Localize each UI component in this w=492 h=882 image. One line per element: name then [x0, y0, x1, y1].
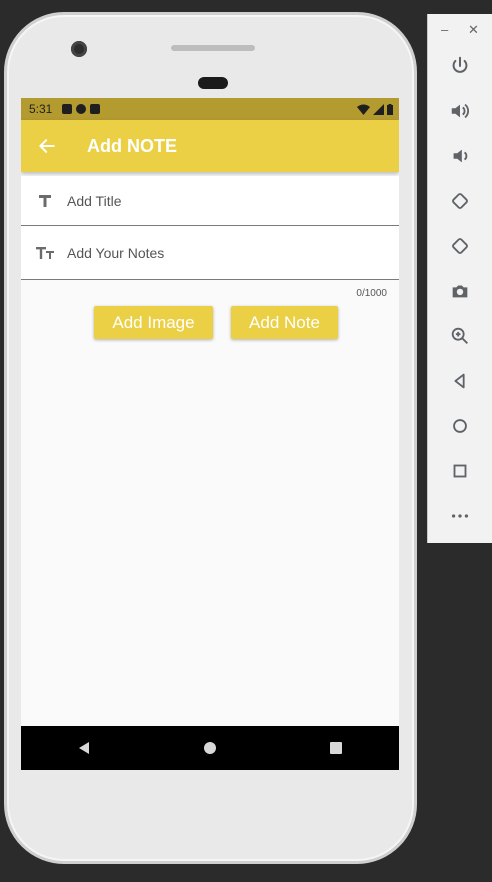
zoom-icon[interactable] — [446, 322, 474, 350]
notification-icon — [76, 104, 87, 114]
notes-input[interactable] — [65, 243, 369, 262]
rotate-left-icon[interactable] — [446, 187, 474, 215]
page-title: Add NOTE — [87, 135, 177, 156]
home-icon[interactable] — [446, 412, 474, 440]
battery-icon — [387, 103, 393, 115]
text-size-icon — [33, 246, 57, 260]
volume-up-icon[interactable] — [446, 97, 474, 125]
more-icon[interactable] — [446, 502, 474, 530]
power-icon[interactable] — [446, 52, 474, 80]
notes-field[interactable] — [21, 226, 399, 280]
wifi-icon — [357, 104, 370, 115]
status-bar: 5:31 — [21, 98, 399, 120]
proximity-sensor — [198, 77, 228, 89]
nav-recents-icon[interactable] — [326, 738, 346, 758]
arrow-back-icon[interactable] — [37, 136, 57, 156]
emulator-toolbar: – ✕ — [427, 14, 492, 543]
nav-back-icon[interactable] — [74, 738, 94, 758]
front-camera — [71, 41, 87, 57]
title-icon — [33, 194, 57, 208]
character-counter: 0/1000 — [356, 288, 387, 299]
add-image-button[interactable]: Add Image — [94, 306, 213, 339]
title-field[interactable] — [21, 176, 399, 226]
app-screen: 5:31 Add NOTE 0/1000 Add Image Add Note — [21, 98, 399, 770]
signal-icon — [373, 103, 384, 115]
title-input[interactable] — [65, 191, 369, 210]
add-note-button[interactable]: Add Note — [231, 306, 338, 339]
camera-icon[interactable] — [446, 277, 474, 305]
notification-icon — [62, 104, 73, 114]
status-time: 5:31 — [29, 102, 53, 116]
volume-down-icon[interactable] — [446, 142, 474, 170]
notification-icons — [62, 104, 101, 114]
back-icon[interactable] — [446, 367, 474, 395]
close-window-icon[interactable]: ✕ — [468, 22, 479, 38]
sd-card-icon — [90, 104, 101, 114]
overview-icon[interactable] — [446, 457, 474, 485]
app-bar: Add NOTE — [21, 120, 399, 172]
system-nav-bar — [21, 726, 399, 770]
minimize-icon[interactable]: – — [441, 22, 448, 37]
rotate-right-icon[interactable] — [446, 232, 474, 260]
system-icons — [357, 103, 393, 115]
nav-home-icon[interactable] — [200, 738, 220, 758]
earpiece-speaker — [171, 45, 255, 51]
